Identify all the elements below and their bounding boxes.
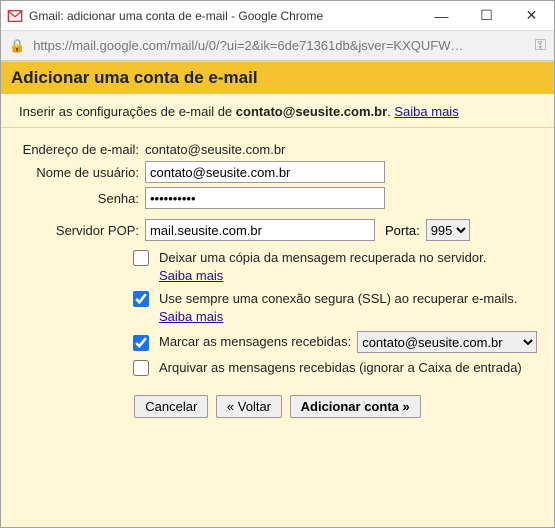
- email-value: contato@seusite.com.br: [145, 142, 285, 157]
- leave-copy-learn-more-link[interactable]: Saiba mais: [159, 268, 223, 283]
- add-account-button[interactable]: Adicionar conta »: [290, 395, 421, 418]
- cancel-button[interactable]: Cancelar: [134, 395, 208, 418]
- password-input[interactable]: [145, 187, 385, 209]
- address-bar: 🔒 https://mail.google.com/mail/u/0/?ui=2…: [1, 31, 554, 61]
- leave-copy-label: Deixar uma cópia da mensagem recuperada …: [159, 250, 486, 265]
- page-title: Adicionar uma conta de e-mail: [1, 62, 554, 94]
- subheader-prefix: Inserir as configurações de e-mail de: [19, 104, 236, 119]
- password-label: Senha:: [15, 191, 145, 206]
- username-input[interactable]: [145, 161, 385, 183]
- port-label: Porta:: [385, 223, 420, 238]
- archive-checkbox[interactable]: [133, 360, 149, 376]
- page-content: Adicionar uma conta de e-mail Inserir as…: [1, 61, 554, 527]
- learn-more-link[interactable]: Saiba mais: [394, 104, 458, 119]
- back-button[interactable]: « Voltar: [216, 395, 282, 418]
- gmail-icon: [7, 8, 23, 24]
- close-button[interactable]: ✕: [509, 1, 554, 31]
- options-group: Deixar uma cópia da mensagem recuperada …: [133, 249, 540, 377]
- pop-server-input[interactable]: [145, 219, 375, 241]
- minimize-button[interactable]: —: [419, 1, 464, 31]
- mark-select[interactable]: contato@seusite.com.br: [357, 331, 537, 353]
- ssl-label: Use sempre uma conexão segura (SSL) ao r…: [159, 291, 517, 306]
- ssl-checkbox[interactable]: [133, 291, 149, 307]
- maximize-button[interactable]: ☐: [464, 1, 509, 31]
- archive-label: Arquivar as mensagens recebidas (ignorar…: [159, 360, 522, 375]
- key-icon[interactable]: ⚿: [535, 37, 546, 54]
- leave-copy-checkbox[interactable]: [133, 250, 149, 266]
- titlebar: Gmail: adicionar uma conta de e-mail - G…: [1, 1, 554, 31]
- ssl-learn-more-link[interactable]: Saiba mais: [159, 309, 223, 324]
- lock-icon: 🔒: [9, 38, 25, 54]
- port-select[interactable]: 995: [426, 219, 470, 241]
- subheader-email: contato@seusite.com.br: [236, 104, 387, 119]
- browser-window: Gmail: adicionar uma conta de e-mail - G…: [0, 0, 555, 528]
- settings-form: Endereço de e-mail: contato@seusite.com.…: [1, 128, 554, 428]
- button-row: Cancelar « Voltar Adicionar conta »: [15, 395, 540, 418]
- mark-label: Marcar as mensagens recebidas:: [159, 333, 351, 351]
- mark-checkbox[interactable]: [133, 335, 149, 351]
- subheader: Inserir as configurações de e-mail de co…: [1, 94, 554, 128]
- email-label: Endereço de e-mail:: [15, 142, 145, 157]
- window-title: Gmail: adicionar uma conta de e-mail - G…: [29, 9, 419, 23]
- url-text[interactable]: https://mail.google.com/mail/u/0/?ui=2&i…: [33, 38, 526, 53]
- pop-label: Servidor POP:: [15, 223, 145, 238]
- username-label: Nome de usuário:: [15, 165, 145, 180]
